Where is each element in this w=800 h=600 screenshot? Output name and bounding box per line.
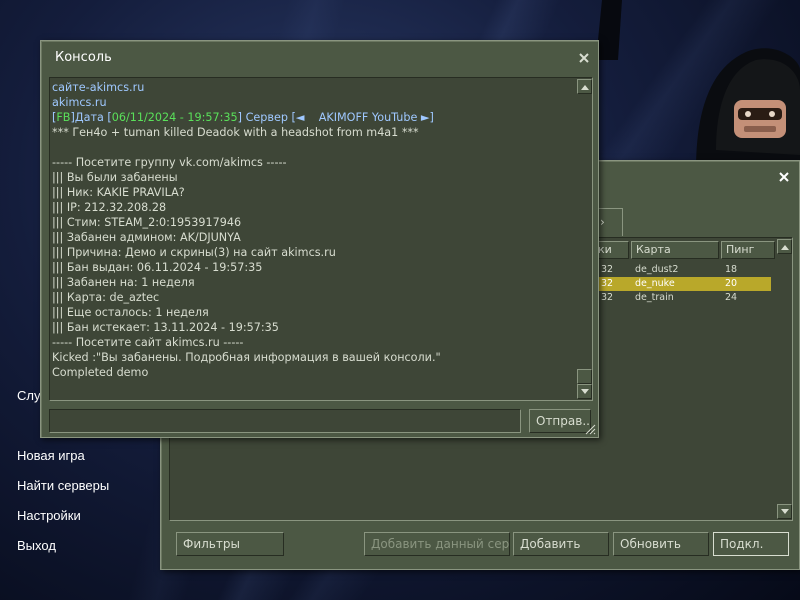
console-segment: ----- Посетите сайт akimcs.ru -----: [52, 336, 244, 349]
cell-players: 32: [601, 278, 614, 289]
cell-players: 32: [601, 264, 614, 275]
menu-item-find-servers[interactable]: Найти серверы: [17, 476, 157, 506]
add-current-server-button[interactable]: Добавить данный сер...: [364, 532, 510, 556]
console-segment: Completed demo: [52, 366, 149, 379]
console-segment: ||| Еще осталось: 1 неделя: [52, 306, 209, 319]
console-line: ----- Посетите сайт akimcs.ru -----: [52, 335, 574, 350]
console-segment: 06/11/2024 - 19:57:35: [111, 111, 238, 124]
console-segment: FB: [56, 111, 71, 124]
arrow-up-icon[interactable]: [577, 79, 592, 94]
cell-ping: 18: [725, 264, 738, 275]
close-icon[interactable]: [577, 51, 591, 65]
main-menu: Новая игра Найти серверы Настройки Выход: [17, 446, 157, 566]
menu-item-new-game[interactable]: Новая игра: [17, 446, 157, 476]
cell-players: 32: [601, 292, 614, 303]
console-segment: ||| Бан выдан: 06.11.2024 - 19:57:35: [52, 261, 263, 274]
console-scrollbar[interactable]: [577, 79, 592, 399]
filters-button[interactable]: Фильтры: [176, 532, 284, 556]
console-segment: ||| Забанен админом: AK/DJUNYA: [52, 231, 241, 244]
console-segment: ||| Бан истекает: 13.11.2024 - 19:57:35: [52, 321, 279, 334]
console-log: сайте-akimcs.ru akimcs.ru [FB]Дата [06/11/…: [52, 80, 574, 380]
console-segment: ||| Вы были забанены: [52, 171, 178, 184]
console-segment: ||| Забанен на: 1 неделя: [52, 276, 195, 289]
server-list-scrollbar[interactable]: [777, 239, 792, 519]
resize-grip-icon[interactable]: [584, 423, 596, 435]
console-line: ||| IP: 212.32.208.28: [52, 200, 574, 215]
console-line: сайте-akimcs.ru: [52, 80, 574, 95]
table-row-selected[interactable]: 32 de_nuke 20: [593, 277, 771, 291]
console-line: ||| Забанен админом: AK/DJUNYA: [52, 230, 574, 245]
console-segment: akimcs.ru: [52, 96, 107, 109]
console-segment: ]Дата [: [70, 111, 112, 124]
console-line: ||| Забанен на: 1 неделя: [52, 275, 574, 290]
cell-map: de_train: [635, 292, 674, 303]
console-segment: сайте-akimcs.ru: [52, 81, 145, 94]
console-dialog: Консоль сайте-akimcs.ru akimcs.ru [FB]Дата…: [40, 40, 599, 438]
refresh-button[interactable]: Обновить: [613, 532, 709, 556]
send-button[interactable]: Отправ...: [529, 409, 591, 433]
console-segment: ----- Посетите группу vk.com/akimcs ----…: [52, 156, 287, 169]
arrow-up-icon[interactable]: [777, 239, 792, 254]
console-line: ||| Бан истекает: 13.11.2024 - 19:57:35: [52, 320, 574, 335]
close-icon[interactable]: [777, 170, 791, 184]
table-row[interactable]: 32 de_train 24: [593, 291, 771, 305]
menu-item-exit[interactable]: Выход: [17, 536, 157, 566]
console-segment: ||| Карта: de_aztec: [52, 291, 160, 304]
console-line: ||| Ник: KAKIE PRAVILA?: [52, 185, 574, 200]
console-segment: ||| IP: 212.32.208.28: [52, 201, 167, 214]
console-line: ||| Карта: de_aztec: [52, 290, 574, 305]
console-segment: ] Сервер [◄ AKIMOFF YouTube ►]: [237, 111, 434, 124]
cell-ping: 20: [725, 278, 738, 289]
cell-map: de_dust2: [635, 264, 679, 275]
console-line: *** Ген4о + tuman killed Deadok with a h…: [52, 125, 574, 140]
server-tab-partial[interactable]: ›: [597, 208, 623, 236]
cell-ping: 24: [725, 292, 738, 303]
console-title: Консоль: [55, 50, 112, 65]
console-line: ||| Стим: STEAM_2:0:1953917946: [52, 215, 574, 230]
console-line: Completed demo: [52, 365, 574, 380]
arrow-down-icon[interactable]: [577, 384, 592, 399]
arrow-down-icon[interactable]: [777, 504, 792, 519]
console-line: Kicked :"Вы забанены. Подробная информац…: [52, 350, 574, 365]
console-segment: *** Ген4о + tuman killed Deadok with a h…: [52, 126, 419, 139]
console-line: ||| Еще осталось: 1 неделя: [52, 305, 574, 320]
menu-item-partial[interactable]: Слу: [17, 386, 40, 406]
console-line: ||| Бан выдан: 06.11.2024 - 19:57:35: [52, 260, 574, 275]
console-input[interactable]: [49, 409, 521, 433]
console-segment: ||| Стим: STEAM_2:0:1953917946: [52, 216, 242, 229]
table-row[interactable]: 32 de_dust2 18: [593, 263, 771, 277]
console-segment: ||| Ник: KAKIE PRAVILA?: [52, 186, 185, 199]
connect-button[interactable]: Подкл.: [713, 532, 789, 556]
add-server-button[interactable]: Добавить: [513, 532, 609, 556]
console-line: ||| Вы были забанены: [52, 170, 574, 185]
menu-item-settings[interactable]: Настройки: [17, 506, 157, 536]
cell-map: de_nuke: [635, 278, 675, 289]
column-header-map[interactable]: Карта: [631, 241, 719, 259]
scroll-thumb[interactable]: [577, 369, 592, 384]
column-header-ping[interactable]: Пинг: [721, 241, 775, 259]
terrorist-character-icon: [696, 48, 800, 170]
console-segment: ||| Причина: Демо и скрины(3) на сайт ak…: [52, 246, 336, 259]
console-output[interactable]: сайте-akimcs.ru akimcs.ru [FB]Дата [06/11/…: [49, 77, 593, 401]
console-line: ----- Посетите группу vk.com/akimcs ----…: [52, 155, 574, 170]
console-segment: Kicked :"Вы забанены. Подробная информац…: [52, 351, 441, 364]
console-line: akimcs.ru: [52, 95, 574, 110]
console-line: ||| Причина: Демо и скрины(3) на сайт ak…: [52, 245, 574, 260]
console-line: [FB]Дата [06/11/2024 - 19:57:35] Сервер …: [52, 110, 574, 125]
